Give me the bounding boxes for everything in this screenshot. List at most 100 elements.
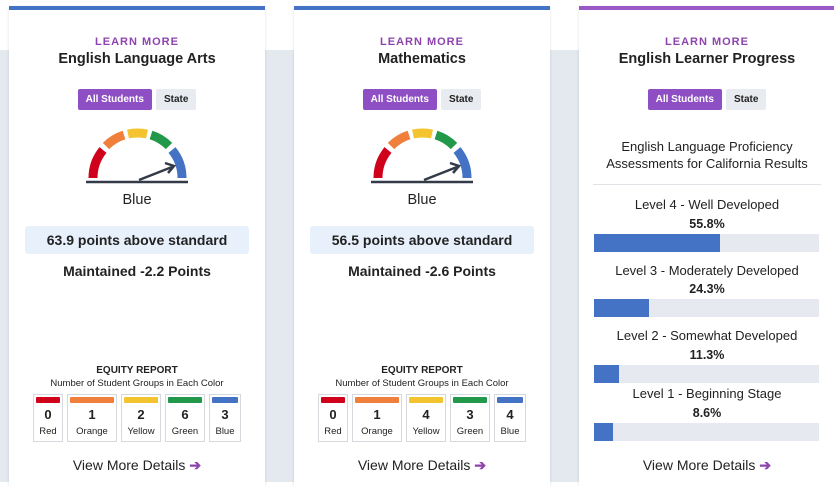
- ela-card: LEARN MORE English Language Arts All Stu…: [9, 6, 265, 486]
- color-bar: [409, 397, 443, 403]
- details-label: View More Details: [357, 457, 471, 473]
- state-button[interactable]: State: [725, 89, 767, 110]
- assessment-title: English Language Proficiency Assessments…: [579, 138, 834, 172]
- student-toggle: All Students State: [579, 89, 834, 110]
- color-name: Yellow: [127, 426, 155, 437]
- color-bar: [168, 397, 202, 403]
- student-toggle: All Students State: [294, 89, 550, 110]
- arrow-right-icon: ➔: [474, 457, 487, 473]
- status-text: 63.9 points above standard: [25, 226, 249, 254]
- gauge-color-label: Blue: [407, 192, 437, 208]
- view-more-details-link[interactable]: View More Details ➔: [579, 457, 834, 474]
- level-progress-fill: [594, 365, 620, 383]
- color-name: Blue: [215, 426, 235, 437]
- status-text: 56.5 points above standard: [310, 226, 534, 254]
- view-more-details-link[interactable]: View More Details ➔: [294, 457, 550, 474]
- level-label: Level 1 - Beginning Stage: [632, 386, 782, 401]
- gauge-color-label: Blue: [122, 192, 152, 208]
- color-bar: [355, 397, 399, 403]
- arrow-right-icon: ➔: [189, 457, 202, 473]
- equity-red: 0 Red: [318, 394, 348, 442]
- equity-blue: 4 Blue: [494, 394, 526, 442]
- color-bar: [321, 397, 345, 403]
- equity-report-subtitle: Number of Student Groups in Each Color: [50, 378, 224, 389]
- level-progress-fill: [594, 299, 649, 317]
- color-name: Red: [39, 426, 57, 437]
- group-count: 0: [44, 407, 52, 422]
- group-count: 3: [221, 407, 229, 422]
- card-title: Mathematics: [378, 51, 466, 67]
- level-label: Level 4 - Well Developed: [634, 197, 780, 212]
- level-progress-fill: [594, 234, 720, 252]
- color-name: Orange: [361, 426, 393, 437]
- all-students-button[interactable]: All Students: [362, 89, 437, 110]
- student-toggle: All Students State: [9, 89, 265, 110]
- equity-green: 6 Green: [165, 394, 205, 442]
- equity-yellow: 2 Yellow: [121, 394, 161, 442]
- level-percent: 55.8%: [689, 217, 725, 231]
- equity-red: 0 Red: [33, 394, 63, 442]
- level-label: Level 2 - Somewhat Developed: [616, 328, 798, 343]
- level-progress-bar: [594, 365, 819, 383]
- card-title: English Learner Progress: [618, 51, 796, 67]
- details-label: View More Details: [72, 457, 186, 473]
- color-name: Blue: [500, 426, 520, 437]
- equity-orange: 1 Orange: [352, 394, 402, 442]
- color-name: Red: [324, 426, 342, 437]
- group-count: 0: [329, 407, 337, 422]
- equity-report-title: EQUITY REPORT: [381, 365, 463, 376]
- level-progress-bar: [594, 423, 819, 441]
- color-bar: [70, 397, 114, 403]
- equity-green: 3 Green: [450, 394, 490, 442]
- color-bar: [212, 397, 238, 403]
- divider: [593, 184, 821, 185]
- color-bar: [453, 397, 487, 403]
- all-students-button[interactable]: All Students: [647, 89, 722, 110]
- equity-counts: 0 Red 1 Orange 4 Yellow 3 Green 4 Blue: [294, 394, 550, 442]
- color-bar: [36, 397, 60, 403]
- elp-card: LEARN MORE English Learner Progress All …: [579, 6, 834, 486]
- view-more-details-link[interactable]: View More Details ➔: [9, 457, 265, 474]
- assessment-title-line: Assessments for California Results: [606, 156, 808, 171]
- color-name: Green: [456, 426, 484, 437]
- group-count: 2: [137, 407, 145, 422]
- change-text: Maintained -2.6 Points: [348, 263, 496, 279]
- learn-more-link[interactable]: LEARN MORE: [9, 36, 265, 48]
- level-percent: 24.3%: [689, 282, 725, 296]
- equity-blue: 3 Blue: [209, 394, 241, 442]
- group-count: 3: [466, 407, 474, 422]
- group-count: 1: [88, 407, 96, 422]
- color-bar: [497, 397, 523, 403]
- performance-gauge-icon: [86, 128, 188, 184]
- equity-yellow: 4 Yellow: [406, 394, 446, 442]
- color-name: Orange: [76, 426, 108, 437]
- all-students-button[interactable]: All Students: [77, 89, 152, 110]
- arrow-right-icon: ➔: [759, 457, 772, 473]
- color-bar: [124, 397, 158, 403]
- performance-gauge-icon: [371, 128, 473, 184]
- learn-more-link[interactable]: LEARN MORE: [294, 36, 550, 48]
- group-count: 1: [373, 407, 381, 422]
- card-title: English Language Arts: [58, 51, 216, 67]
- equity-report-title: EQUITY REPORT: [96, 365, 178, 376]
- assessment-title-line: English Language Proficiency: [621, 139, 793, 154]
- math-card: LEARN MORE Mathematics All Students Stat…: [294, 6, 550, 486]
- level-percent: 8.6%: [692, 406, 722, 420]
- learn-more-link[interactable]: LEARN MORE: [579, 36, 834, 48]
- change-text: Maintained -2.2 Points: [63, 263, 211, 279]
- equity-counts: 0 Red 1 Orange 2 Yellow 6 Green 3 Blue: [9, 394, 265, 442]
- level-progress-fill: [594, 423, 614, 441]
- color-name: Yellow: [412, 426, 440, 437]
- color-name: Green: [171, 426, 199, 437]
- equity-orange: 1 Orange: [67, 394, 117, 442]
- group-count: 6: [181, 407, 189, 422]
- level-progress-bar: [594, 299, 819, 317]
- state-button[interactable]: State: [155, 89, 197, 110]
- level-progress-bar: [594, 234, 819, 252]
- level-percent: 11.3%: [689, 348, 725, 362]
- equity-report-subtitle: Number of Student Groups in Each Color: [335, 378, 509, 389]
- details-label: View More Details: [642, 457, 756, 473]
- state-button[interactable]: State: [440, 89, 482, 110]
- group-count: 4: [506, 407, 514, 422]
- group-count: 4: [422, 407, 430, 422]
